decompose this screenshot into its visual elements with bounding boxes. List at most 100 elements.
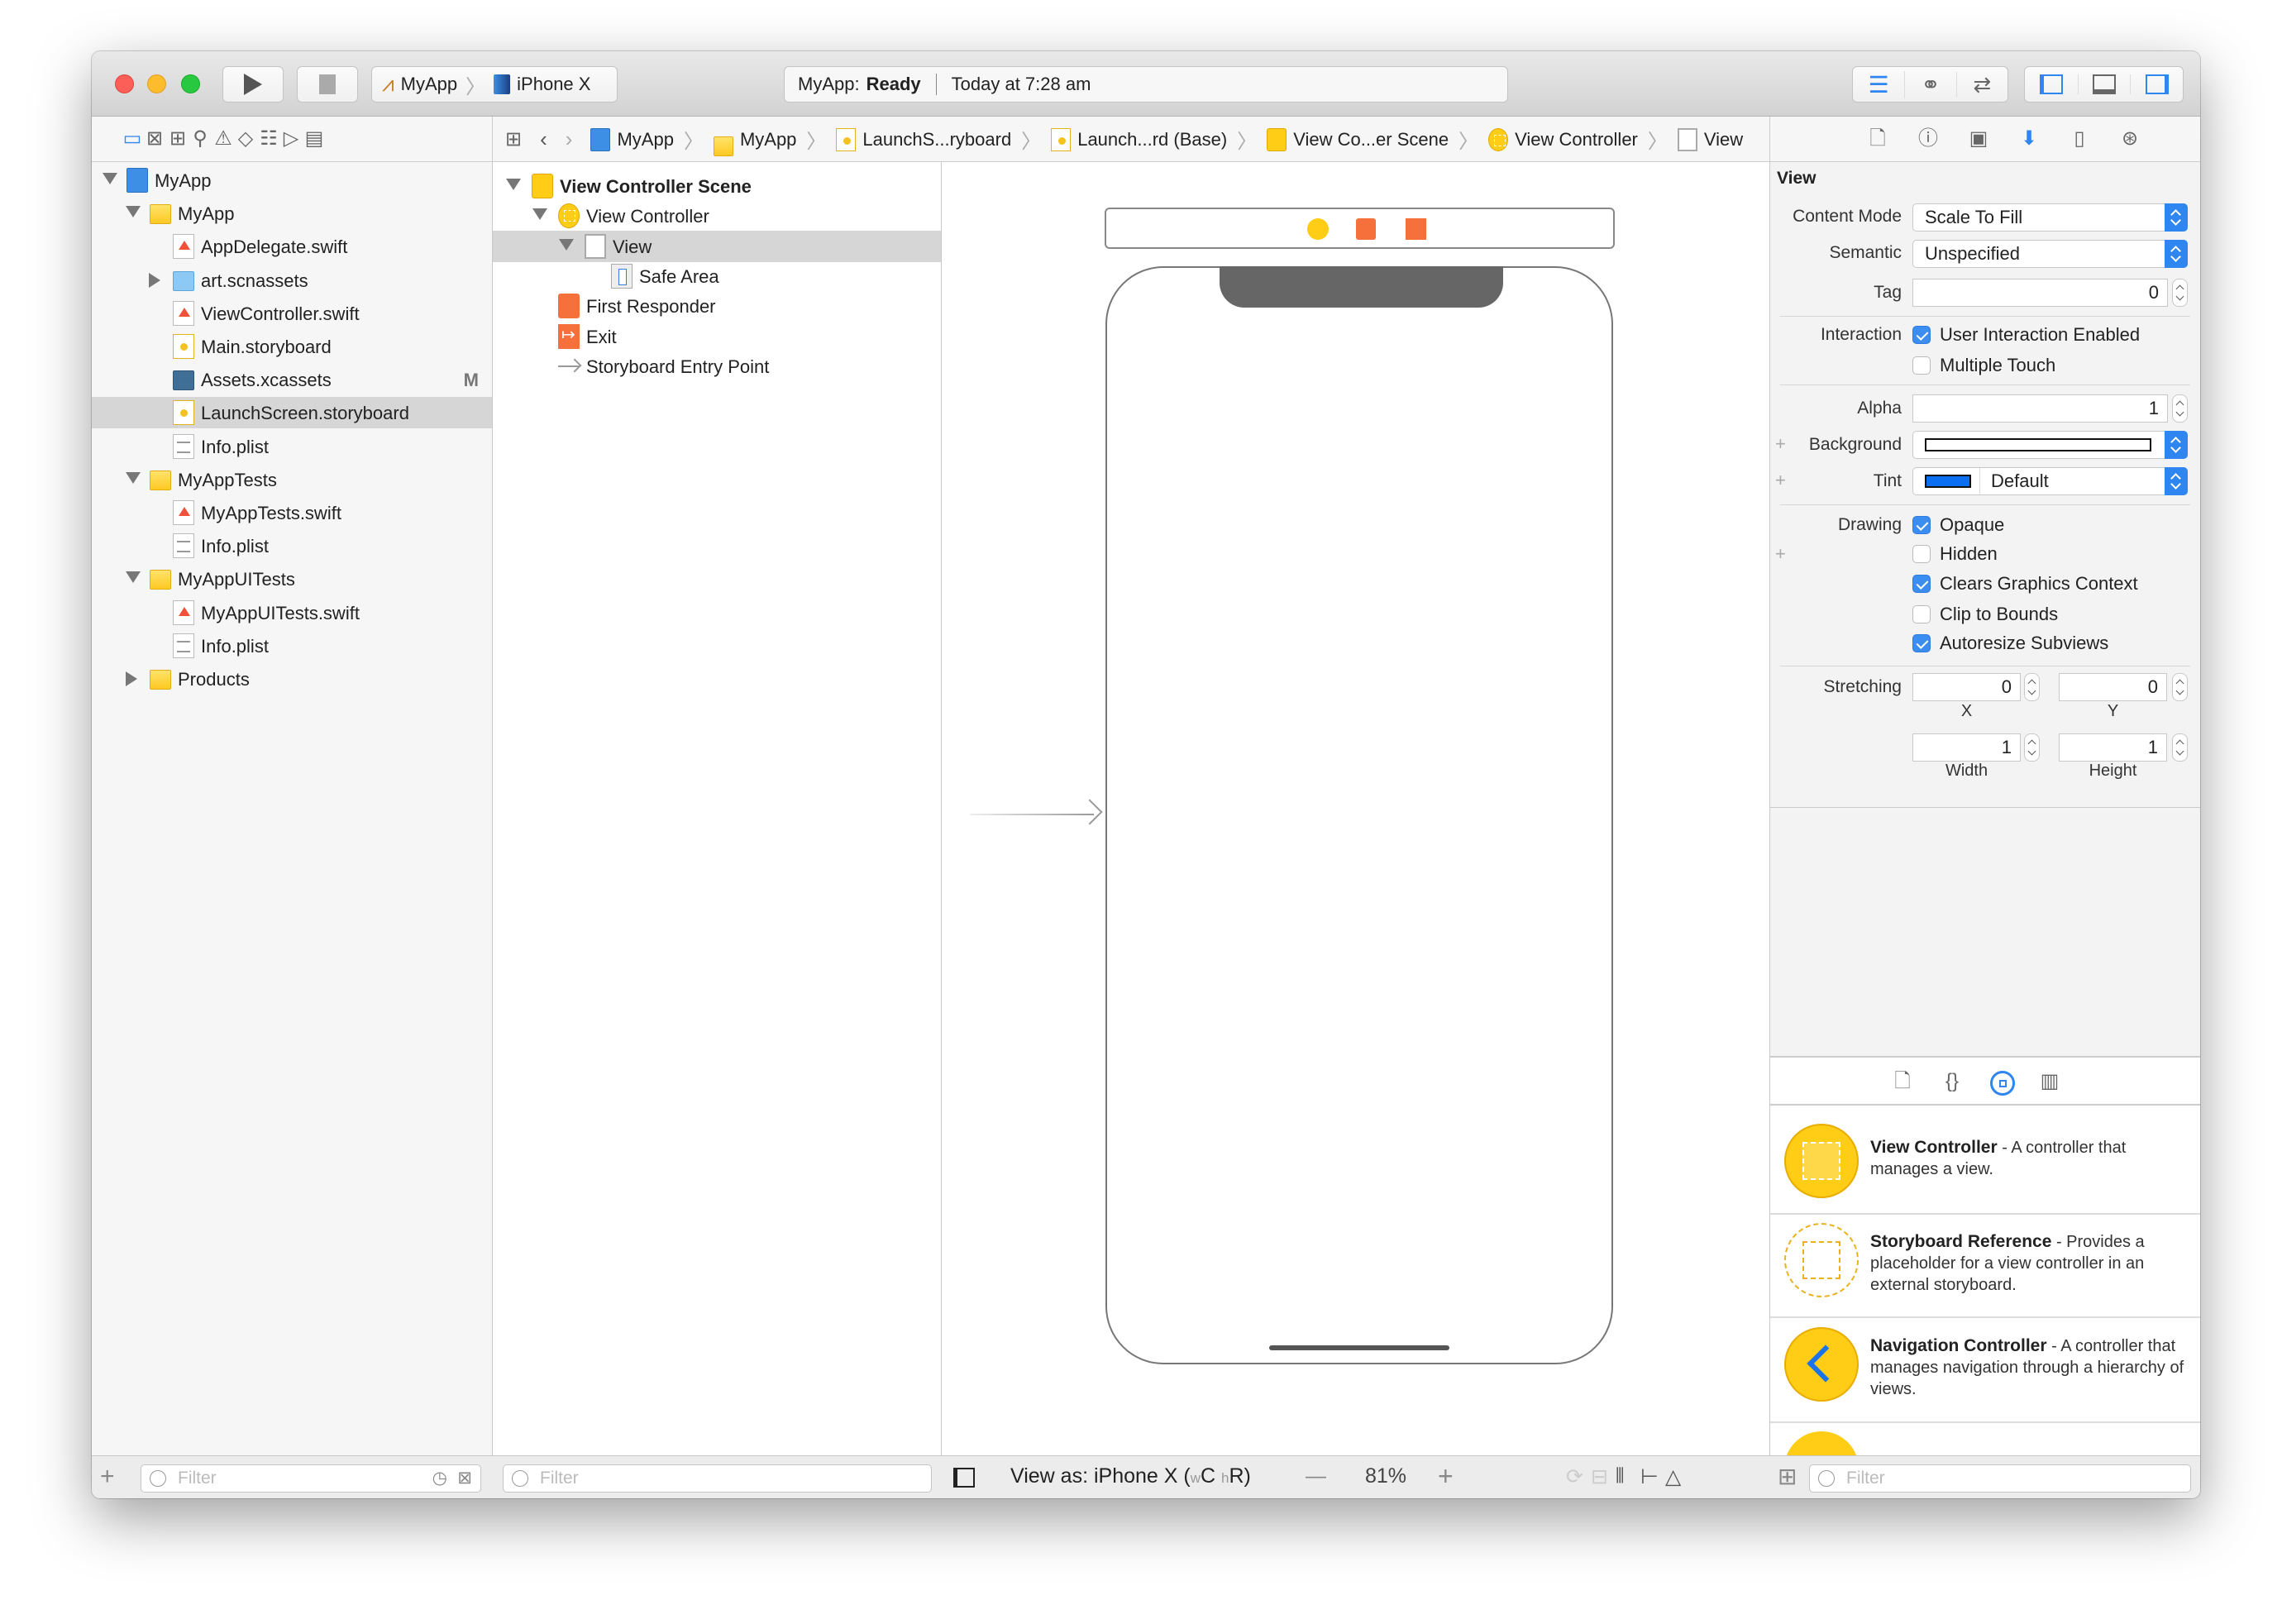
disclosure-open-icon[interactable] [126, 471, 141, 484]
outline-item[interactable]: Safe Area [493, 260, 941, 292]
related-items-icon[interactable]: ⊞ [505, 127, 522, 151]
file-template-icon[interactable]: 🗋 [1892, 1071, 1913, 1092]
stretch-x-stepper[interactable] [2024, 673, 2040, 701]
alpha-field[interactable]: 1 [1912, 394, 2168, 423]
breadcrumb-item[interactable]: Launch...rd (Base) [1051, 127, 1227, 151]
outline-item[interactable]: Storyboard Entry Point [493, 351, 941, 382]
code-snippet-icon[interactable]: {} [1941, 1071, 1963, 1092]
navigator-filter-input[interactable]: Filter ◷ ⊠ [141, 1464, 481, 1493]
user-interaction-checkbox[interactable] [1912, 326, 1931, 344]
storyboard-canvas[interactable] [942, 162, 1769, 1455]
stretch-y-field[interactable]: 0 [2059, 673, 2167, 701]
breadcrumb-item[interactable]: View Co...er Scene [1267, 127, 1449, 151]
identity-inspector-icon[interactable]: ▣ [1968, 128, 1989, 150]
find-navigator-icon[interactable]: ⚲ [189, 128, 211, 150]
library-item-view-controller[interactable]: View Controller - A controller that mana… [1870, 1137, 2193, 1180]
library-item-storyboard-reference[interactable]: Storyboard Reference - Provides a placeh… [1870, 1231, 2193, 1296]
multiple-touch-checkbox[interactable] [1912, 356, 1931, 375]
zoom-out-button[interactable]: — [1306, 1464, 1326, 1488]
outline-item[interactable]: Exit [493, 321, 941, 352]
breadcrumb-item[interactable]: MyApp [590, 127, 674, 151]
source-control-filter-icon[interactable]: ⊠ [457, 1465, 472, 1492]
zoom-button[interactable] [181, 74, 200, 93]
inspector-toggle-button[interactable] [2130, 74, 2183, 94]
stop-button[interactable] [297, 66, 358, 103]
file-inspector-icon[interactable]: 🗋 [1867, 128, 1888, 150]
debug-toggle-button[interactable] [2077, 74, 2131, 94]
navigator-item[interactable]: ViewController.swift [92, 298, 492, 329]
navigator-item[interactable]: MyAppTests.swift [92, 497, 492, 528]
stretch-x-field[interactable]: 0 [1912, 673, 2021, 701]
library-item-navigation-controller[interactable]: Navigation Controller - A controller tha… [1870, 1335, 2193, 1400]
add-icon[interactable]: + [100, 1463, 115, 1491]
disclosure-open-icon[interactable] [103, 173, 117, 184]
navigator-item[interactable]: MyApp [92, 198, 492, 229]
view-as-button[interactable]: View as: iPhone X (wC hR) [1010, 1464, 1251, 1488]
breadcrumb-item[interactable]: View [1677, 127, 1743, 151]
standard-editor-button[interactable]: ☰ [1853, 71, 1904, 98]
disclosure-open-icon[interactable] [126, 571, 141, 584]
first-responder-icon[interactable] [1356, 218, 1376, 240]
navigator-item[interactable]: Main.storyboard [92, 331, 492, 362]
object-library-icon[interactable] [1990, 1071, 2015, 1096]
forward-button[interactable]: › [566, 127, 573, 152]
clears-graphics-context-checkbox[interactable] [1912, 575, 1931, 593]
close-button[interactable] [115, 74, 134, 93]
outline-toggle-icon[interactable] [953, 1468, 975, 1488]
navigator-item[interactable]: Info.plist [92, 431, 492, 462]
attributes-inspector-icon[interactable]: ⬇ [2018, 128, 2040, 150]
tag-field[interactable]: 0 [1912, 279, 2168, 307]
outline-item[interactable]: View [493, 230, 941, 262]
breadcrumb-item[interactable]: LaunchS...ryboard [836, 127, 1011, 151]
assistant-editor-button[interactable]: ⚭ [1904, 70, 1955, 98]
view-controller-icon[interactable] [1307, 218, 1329, 240]
report-navigator-icon[interactable]: ▤ [303, 128, 325, 150]
scheme-selector[interactable]: ⩘ MyApp 〉 iPhone X [371, 66, 618, 103]
navigator-item[interactable]: Assets.xcassets M [92, 364, 492, 395]
test-navigator-icon[interactable]: ◇ [235, 128, 256, 150]
media-library-icon[interactable]: ▥ [2039, 1071, 2060, 1092]
alpha-stepper[interactable] [2172, 394, 2188, 423]
navigator-item[interactable]: MyAppUITests [92, 563, 492, 595]
navigator-item[interactable]: MyAppTests [92, 464, 492, 495]
navigator-toggle-button[interactable] [2025, 74, 2078, 94]
navigator-item[interactable]: Products [92, 663, 492, 695]
breadcrumb-item[interactable]: View Controller [1488, 127, 1638, 151]
back-button[interactable]: ‹ [540, 127, 547, 152]
navigator-item[interactable]: MyAppUITests.swift [92, 597, 492, 628]
navigator-item[interactable]: Info.plist [92, 530, 492, 561]
source-control-navigator-icon[interactable]: ⊠ [144, 128, 165, 150]
tag-stepper[interactable] [2172, 279, 2188, 307]
grid-view-icon[interactable]: ⊞ [1778, 1463, 1797, 1490]
recent-files-icon[interactable]: ◷ [432, 1465, 447, 1492]
exit-icon[interactable] [1406, 218, 1426, 240]
project-navigator-icon[interactable]: ▭ [122, 128, 143, 150]
add-variation-icon[interactable]: + [1775, 433, 1786, 455]
outline-item[interactable]: View Controller Scene [493, 170, 941, 202]
entry-point-arrow[interactable] [970, 814, 1094, 815]
iphone-x-view[interactable] [1105, 266, 1613, 1364]
disclosure-open-icon[interactable] [532, 208, 547, 221]
stretch-width-field[interactable]: 1 [1912, 733, 2021, 762]
zoom-in-button[interactable]: + [1438, 1461, 1454, 1492]
navigator-item[interactable]: MyApp [92, 165, 492, 196]
outline-filter-input[interactable]: Filter [503, 1464, 932, 1493]
stretch-width-stepper[interactable] [2024, 733, 2040, 762]
disclosure-open-icon[interactable] [506, 179, 521, 190]
content-mode-popup[interactable]: Scale To Fill [1912, 203, 2188, 232]
add-constraints-icon[interactable]: ⊢ [1640, 1464, 1659, 1489]
outline-item[interactable]: First Responder [493, 290, 941, 322]
scene-dock[interactable] [1105, 208, 1615, 249]
breakpoint-navigator-icon[interactable]: ▷ [280, 128, 302, 150]
autoresize-subviews-checkbox[interactable] [1912, 634, 1931, 652]
stretch-y-stepper[interactable] [2172, 673, 2188, 701]
embed-in-stack-icon[interactable]: ⊟ [1591, 1464, 1608, 1489]
navigator-item[interactable]: AppDelegate.swift [92, 231, 492, 262]
background-popup[interactable] [1912, 431, 2188, 459]
tint-popup[interactable]: Default [1912, 467, 2188, 495]
opaque-checkbox[interactable] [1912, 516, 1931, 534]
disclosure-open-icon[interactable] [126, 206, 141, 218]
add-variation-icon[interactable]: + [1775, 543, 1786, 565]
size-inspector-icon[interactable]: ▯ [2069, 128, 2090, 150]
outline-item[interactable]: View Controller [493, 200, 941, 232]
